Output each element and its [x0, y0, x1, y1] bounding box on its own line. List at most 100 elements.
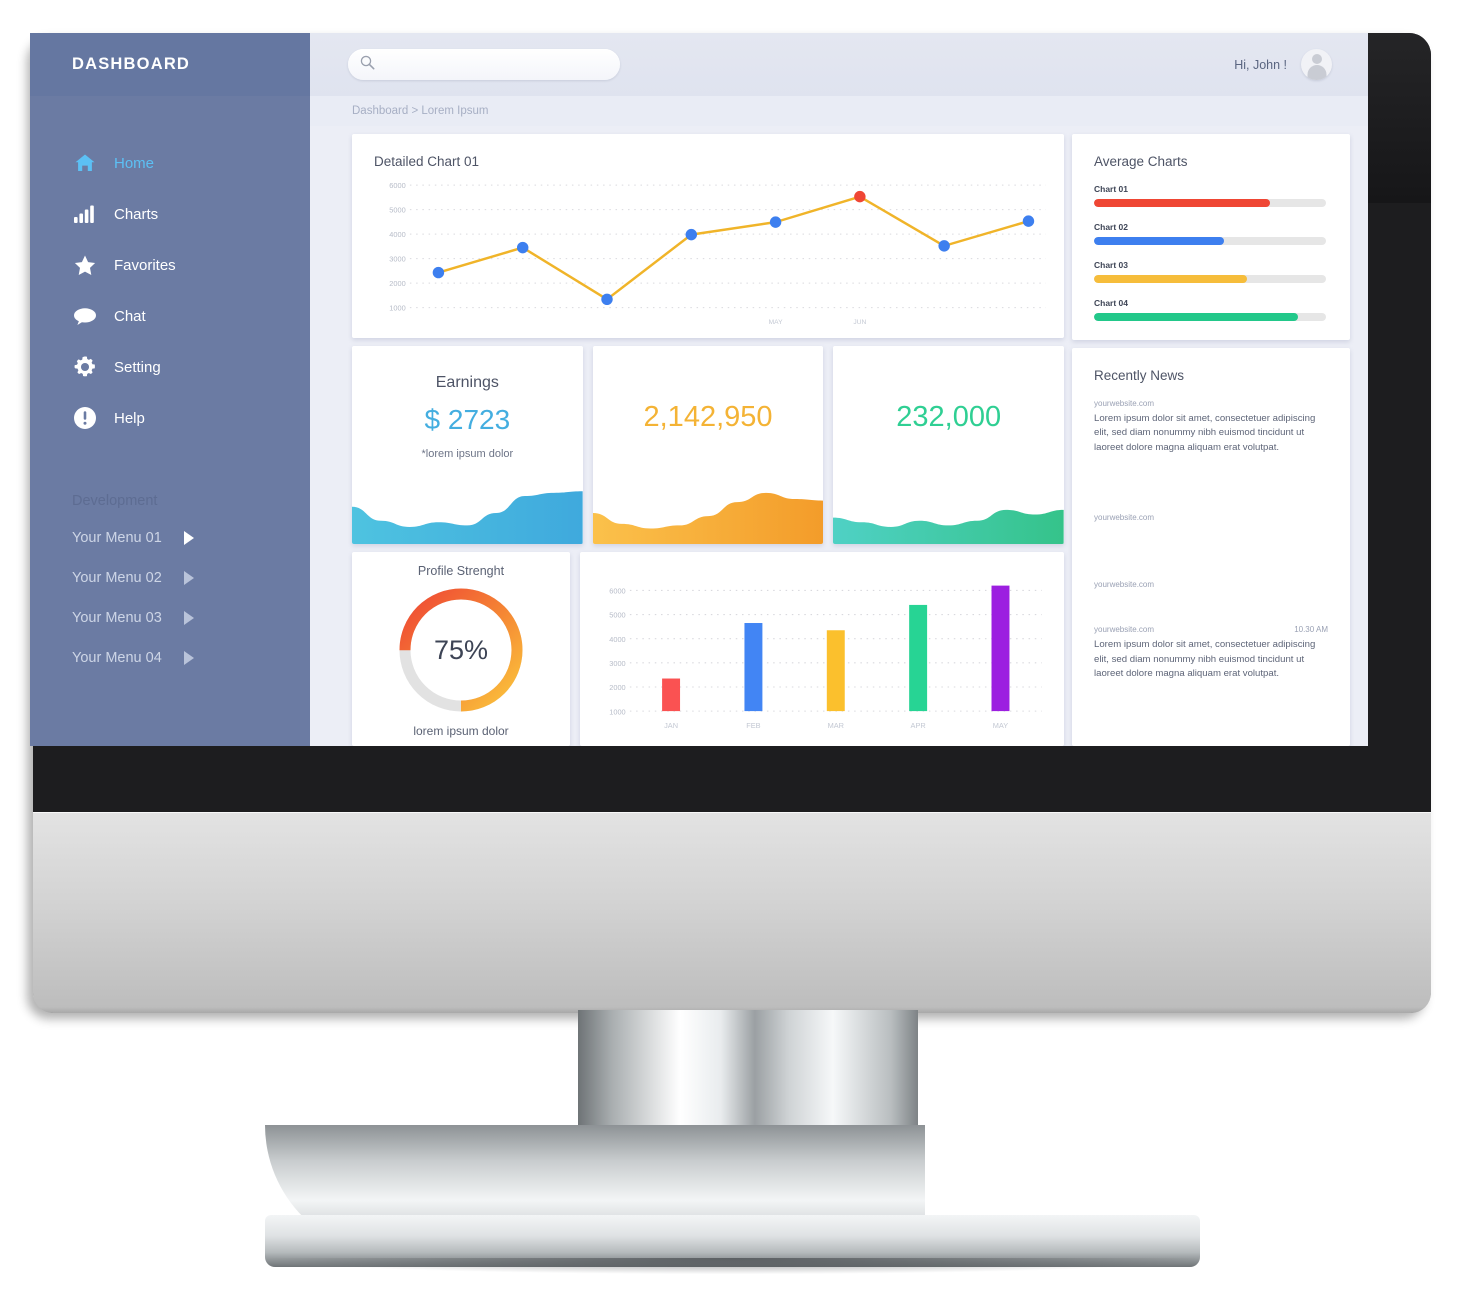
svg-text:FEB: FEB: [746, 721, 760, 730]
progress-fill: [1094, 237, 1224, 245]
search-icon: [360, 55, 375, 75]
stat-value: $ 2723: [424, 404, 511, 436]
progress-track: [1094, 237, 1326, 245]
average-charts-list: Chart 01 Chart 02 Chart 03 Chart 04: [1094, 184, 1326, 321]
sidebar-item-your-menu-04[interactable]: Your Menu 04: [30, 643, 310, 673]
monthly-bar-chart-card: 6000 5000 4000 3000 2000 1000 JAN FEB MAR APR MAY: [580, 552, 1064, 746]
sidebar-item-charts[interactable]: Charts: [30, 195, 310, 233]
main-area: Hi, John ! Dashboard > Lorem Ipsum Detai…: [310, 33, 1368, 746]
sidebar-item-setting[interactable]: Setting: [30, 348, 310, 386]
monitor-stand-shadow: [270, 1258, 1195, 1274]
stat-card-earnings: Earnings $ 2723 *lorem ipsum dolor: [352, 346, 583, 545]
sidebar-item-home[interactable]: Home: [30, 144, 310, 182]
sidebar-submenu: Your Menu 01 Your Menu 02 Your Menu 03 Y…: [30, 523, 310, 673]
sidebar-item-chat[interactable]: Chat: [30, 297, 310, 335]
news-list: yourwebsite.com Lorem ipsum dolor sit ame…: [1094, 399, 1328, 687]
profile-strength-title: Profile Strenght: [417, 564, 505, 579]
profile-strength-card: Profile Strenght 75% lorem ipsum dolor: [352, 552, 570, 746]
sidebar-item-favorites[interactable]: Favorites: [30, 246, 310, 284]
sidebar-item-help[interactable]: Help: [30, 399, 310, 437]
search-box[interactable]: [348, 49, 620, 80]
stat-card-row: Earnings $ 2723 *lorem ipsum dolor 2,142…: [352, 346, 1065, 545]
chevron-right-icon: [183, 651, 194, 665]
star-icon: [72, 255, 98, 276]
profile-strength-donut: 75%: [395, 584, 527, 716]
dashboard-content: Detailed Chart 01 6000 5000 4000 3000 2000 10…: [310, 126, 1368, 746]
news-item[interactable]: yourwebsite.com Lorem ipsum dolor sit ame…: [1094, 399, 1328, 455]
sidebar-header: DASHBOARD: [30, 33, 310, 96]
news-site: yourwebsite.com: [1094, 513, 1155, 523]
breadcrumb-bar: Dashboard > Lorem Ipsum: [310, 96, 1368, 126]
stat-body: Earnings $ 2723 *lorem ipsum dolor: [352, 346, 583, 482]
svg-text:2000: 2000: [609, 683, 625, 692]
stat-card-green: 232,000: [833, 346, 1065, 545]
news-time: 10.30 AM: [1294, 625, 1328, 635]
svg-text:3000: 3000: [609, 659, 625, 668]
detailed-chart-card: Detailed Chart 01 6000 5000 4000 3000 2000 10…: [352, 134, 1064, 339]
news-site: yourwebsite.com: [1094, 625, 1155, 635]
sidebar-item-your-menu-02[interactable]: Your Menu 02: [30, 563, 310, 593]
svg-text:1000: 1000: [609, 707, 625, 716]
exclamation-circle-icon: [72, 407, 98, 429]
submenu-label: Your Menu 02: [72, 570, 162, 586]
progress-track: [1094, 313, 1326, 321]
bar-chart[interactable]: 6000 5000 4000 3000 2000 1000 JAN FEB MAR APR MAY: [594, 566, 1048, 738]
sidebar-item-label: Favorites: [114, 256, 176, 274]
chevron-right-icon: [183, 571, 194, 585]
news-item[interactable]: yourwebsite.com: [1094, 580, 1328, 589]
sidebar-nav: Home Charts Favorites Chat Setting Help: [30, 144, 310, 437]
average-chart-label: Chart 02: [1094, 222, 1129, 232]
chevron-right-icon: [183, 611, 194, 625]
app-title: DASHBOARD: [72, 55, 191, 73]
news-item[interactable]: yourwebsite.com: [1094, 513, 1328, 522]
monitor-chin: [33, 812, 1431, 1013]
svg-text:4000: 4000: [609, 635, 625, 644]
bottom-row: Profile Strenght 75% lorem ipsum dolor 6…: [352, 552, 1064, 746]
line-chart[interactable]: 6000 5000 4000 3000 2000 1000 MAY JUN: [374, 179, 1050, 332]
detailed-chart-title: Detailed Chart 01: [374, 154, 480, 169]
average-chart-row: Chart 03: [1094, 260, 1326, 283]
progress-fill: [1094, 275, 1248, 283]
svg-text:MAY: MAY: [769, 319, 783, 326]
recently-news-title: Recently News: [1094, 368, 1185, 383]
chevron-right-icon: [183, 531, 194, 545]
stat-value: 2,142,950: [643, 400, 773, 433]
average-charts-title: Average Charts: [1094, 154, 1188, 169]
sidebar-item-your-menu-03[interactable]: Your Menu 03: [30, 603, 310, 633]
breadcrumb[interactable]: Dashboard > Lorem Ipsum: [352, 105, 488, 117]
average-chart-row: Chart 02: [1094, 222, 1326, 245]
average-chart-label: Chart 01: [1094, 184, 1129, 194]
news-site: yourwebsite.com: [1094, 580, 1155, 590]
sidebar-item-label: Charts: [114, 205, 159, 223]
average-chart-label: Chart 03: [1094, 260, 1129, 270]
sidebar-item-your-menu-01[interactable]: Your Menu 01: [30, 523, 310, 553]
chat-bubble-icon: [72, 307, 98, 325]
avatar[interactable]: [1301, 49, 1332, 80]
average-chart-row: Chart 01: [1094, 184, 1326, 207]
sidebar-item-label: Help: [114, 409, 145, 427]
search-input[interactable]: [382, 57, 608, 72]
stat-title: Earnings: [435, 374, 499, 392]
sidebar: DASHBOARD Home Charts Favorites Chat Set…: [30, 33, 310, 746]
average-chart-label: Chart 04: [1094, 298, 1129, 308]
news-site: yourwebsite.com: [1094, 399, 1155, 408]
topbar-right: Hi, John !: [1234, 49, 1332, 80]
sidebar-item-label: Chat: [114, 307, 146, 325]
user-avatar-icon: [1311, 54, 1322, 64]
sidebar-section-title: Development: [72, 493, 158, 509]
news-item[interactable]: yourwebsite.com 10.30 AM Lorem ipsum dolor…: [1094, 625, 1328, 681]
progress-track: [1094, 199, 1326, 207]
news-spacer: [1094, 461, 1328, 513]
bar-chart-icon: [72, 205, 98, 223]
submenu-label: Your Menu 04: [72, 650, 162, 666]
news-meta: yourwebsite.com: [1094, 513, 1328, 522]
stat-body: 232,000: [833, 346, 1064, 482]
submenu-label: Your Menu 01: [72, 530, 162, 546]
content-left-column: Detailed Chart 01 6000 5000 4000 3000 2000 10…: [352, 134, 1065, 746]
recently-news-card: Recently News yourwebsite.com Lorem ipsum…: [1072, 348, 1350, 746]
average-charts-card: Average Charts Chart 01 Chart 02 Chart 03 C…: [1072, 134, 1350, 340]
news-spacer: [1094, 528, 1328, 580]
progress-fill: [1094, 313, 1299, 321]
progress-track: [1094, 275, 1326, 283]
home-icon: [72, 153, 98, 173]
